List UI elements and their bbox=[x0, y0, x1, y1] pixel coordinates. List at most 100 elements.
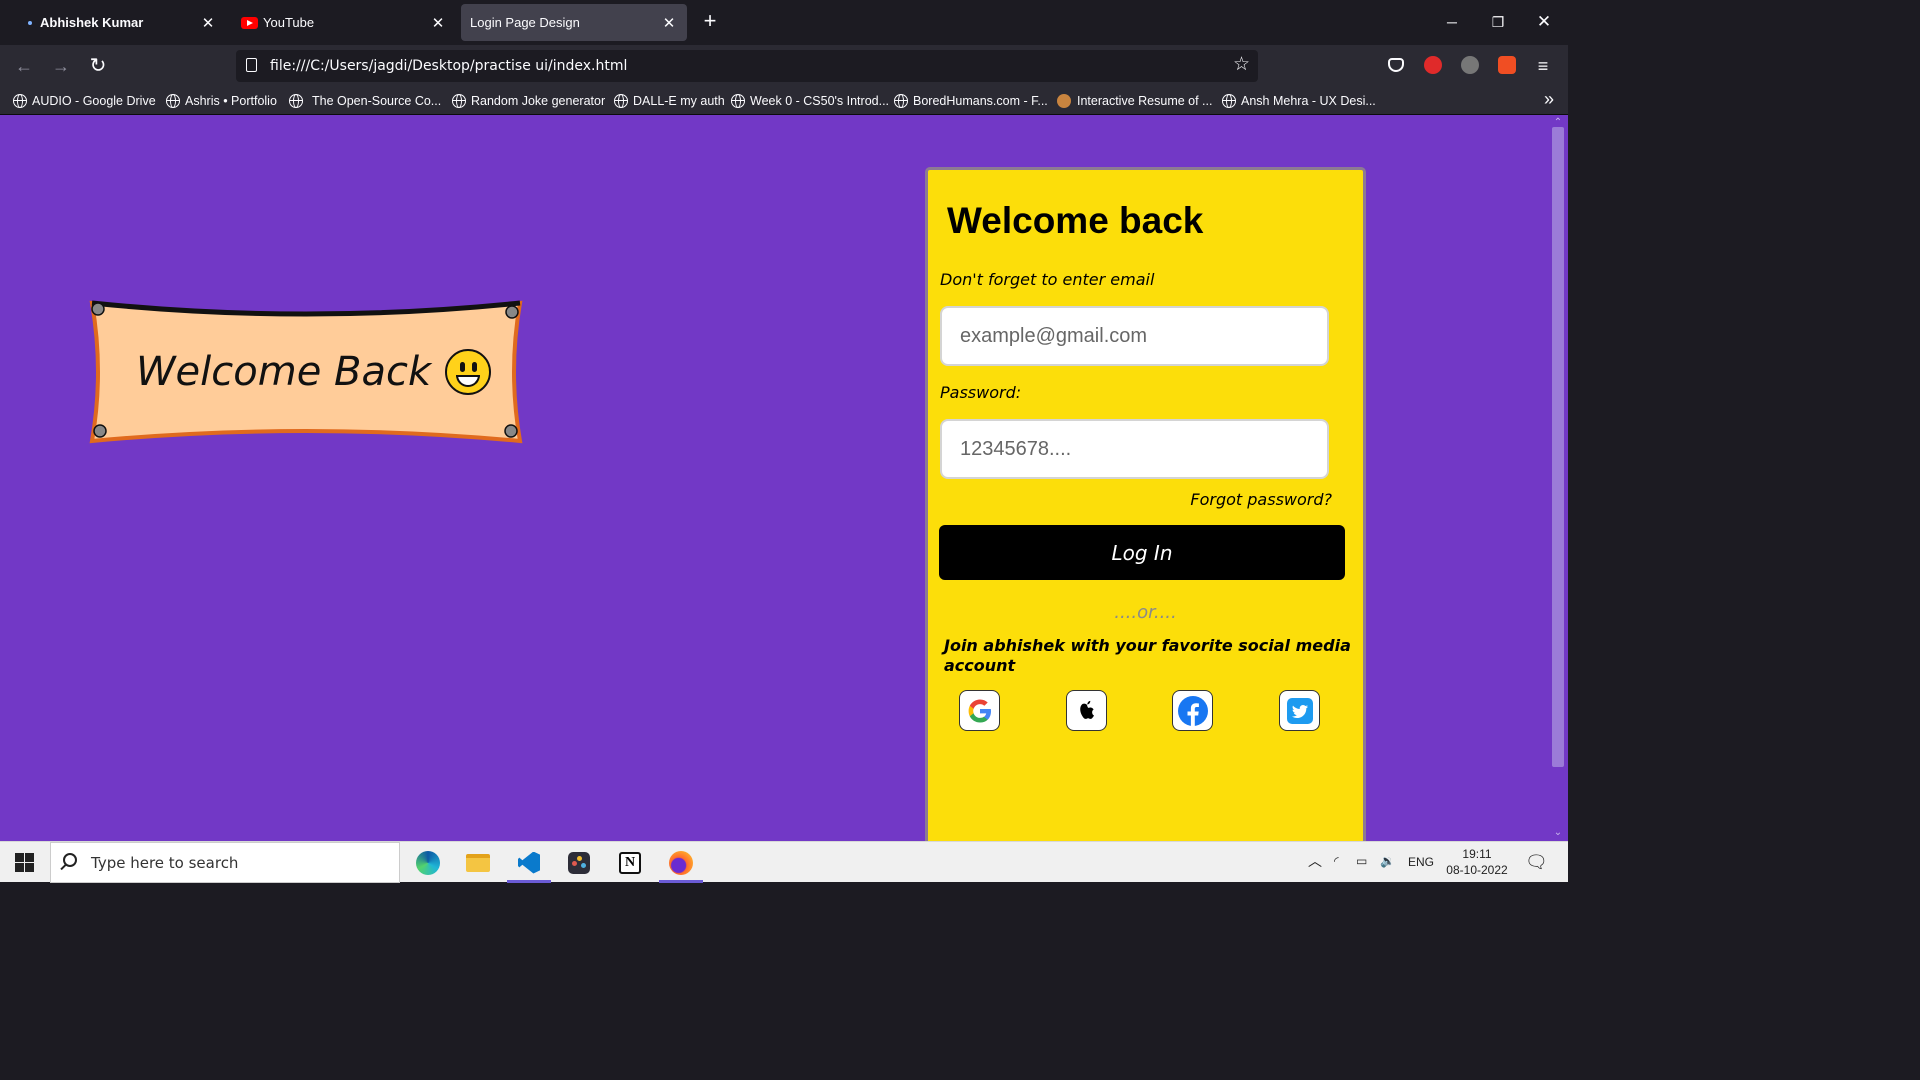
twitter-icon bbox=[1286, 697, 1313, 724]
tab-title: YouTube bbox=[263, 15, 315, 30]
bookmark-item[interactable]: Ashris • Portfolio bbox=[166, 92, 277, 110]
volume-icon[interactable]: 🔉 bbox=[1380, 854, 1395, 868]
url-bar[interactable]: file:///C:/Users/jagdi/Desktop/practise … bbox=[236, 50, 1258, 82]
notifications-icon[interactable]: 🗨 bbox=[1525, 852, 1548, 873]
bookmark-label: Week 0 - CS50's Introd... bbox=[750, 94, 890, 108]
menu-icon[interactable]: ≡ bbox=[1531, 54, 1555, 78]
bookmark-item[interactable]: DALL-E my auth bbox=[614, 92, 725, 110]
facebook-icon bbox=[1177, 695, 1208, 726]
twitter-login-button[interactable] bbox=[1279, 690, 1320, 731]
avatar-icon bbox=[1057, 94, 1071, 108]
url-text[interactable]: file:///C:/Users/jagdi/Desktop/practise … bbox=[270, 58, 627, 74]
bookmark-item[interactable]: BoredHumans.com - F... bbox=[894, 92, 1048, 110]
windows-start-icon[interactable] bbox=[15, 853, 34, 872]
clock-date: 08-10-2022 bbox=[1446, 863, 1508, 877]
bookmark-star-icon[interactable]: ☆ bbox=[1233, 53, 1250, 76]
edge-app-icon[interactable] bbox=[403, 842, 453, 883]
bookmarks-bar: AUDIO - Google Drive Ashris • Portfolio … bbox=[0, 87, 1568, 115]
new-tab-button[interactable]: + bbox=[698, 10, 722, 34]
bookmark-item[interactable]: Interactive Resume of ... bbox=[1057, 92, 1212, 110]
apple-login-button[interactable] bbox=[1066, 690, 1107, 731]
bookmark-label: DALL-E my auth bbox=[633, 94, 725, 108]
bookmark-label: The Open-Source Co... bbox=[312, 94, 442, 108]
or-divider: ....or.... bbox=[1114, 602, 1177, 623]
page-icon bbox=[246, 58, 257, 72]
bookmark-item[interactable]: Week 0 - CS50's Introd... bbox=[731, 92, 889, 110]
apple-icon bbox=[1079, 700, 1094, 719]
bookmark-label: Random Joke generator bbox=[471, 94, 606, 108]
vertical-scrollbar[interactable]: ⌃ ⌄ bbox=[1550, 115, 1568, 841]
pocket-icon[interactable] bbox=[1388, 58, 1404, 72]
reload-icon[interactable]: ↻ bbox=[86, 54, 110, 78]
bookmark-label: BoredHumans.com - F... bbox=[913, 94, 1048, 108]
banner-title: Welcome Back bbox=[136, 349, 492, 395]
login-title: Welcome back bbox=[947, 200, 1204, 241]
tab-strip: Abhishek Kumar ✕ YouTube ✕ Login Page De… bbox=[0, 0, 1568, 45]
bookmark-item[interactable]: Random Joke generator bbox=[452, 92, 605, 110]
tray-chevron-up-icon[interactable]: ︿ bbox=[1308, 851, 1322, 871]
back-arrow-icon[interactable]: ← bbox=[12, 54, 36, 78]
tab-title: Abhishek Kumar bbox=[40, 15, 144, 30]
search-placeholder: Type here to search bbox=[91, 854, 239, 872]
network-icon[interactable]: ◜ bbox=[1334, 854, 1339, 868]
globe-icon bbox=[1222, 94, 1236, 108]
translate-extension-icon[interactable] bbox=[1498, 56, 1516, 74]
youtube-icon bbox=[241, 16, 258, 29]
password-field[interactable] bbox=[940, 419, 1329, 479]
minimize-icon[interactable]: ─ bbox=[1437, 10, 1467, 34]
firefox-icon[interactable] bbox=[656, 842, 706, 883]
password-label: Password: bbox=[940, 383, 1022, 402]
bookmark-label: AUDIO - Google Drive bbox=[32, 94, 156, 108]
login-card: Welcome back Don't forget to enter email… bbox=[925, 167, 1366, 841]
forgot-password-link[interactable]: Forgot password? bbox=[1190, 490, 1332, 509]
restore-icon[interactable]: ❐ bbox=[1483, 10, 1513, 34]
chevron-double-right-icon[interactable]: » bbox=[1544, 89, 1554, 110]
battery-icon[interactable]: ▭ bbox=[1356, 854, 1367, 868]
extension-icon[interactable] bbox=[1461, 56, 1479, 74]
globe-icon bbox=[894, 94, 908, 108]
bookmark-label: Ansh Mehra - UX Desi... bbox=[1241, 94, 1376, 108]
clock-time: 19:11 bbox=[1462, 847, 1492, 861]
tab-login-page-design[interactable]: Login Page Design ✕ bbox=[461, 4, 687, 41]
system-clock[interactable]: 19:11 08-10-2022 bbox=[1444, 846, 1510, 878]
file-explorer-icon[interactable] bbox=[453, 842, 503, 883]
globe-icon bbox=[452, 94, 466, 108]
vscode-icon[interactable] bbox=[504, 842, 554, 883]
language-indicator[interactable]: ENG bbox=[1408, 855, 1434, 869]
globe-icon bbox=[731, 94, 745, 108]
facebook-login-button[interactable] bbox=[1172, 690, 1213, 731]
close-icon[interactable]: ✕ bbox=[659, 13, 679, 33]
scroll-down-icon[interactable]: ⌄ bbox=[1551, 827, 1565, 839]
page-viewport: Welcome Back Welcome back Don't forget t… bbox=[0, 115, 1568, 841]
search-icon bbox=[63, 853, 77, 867]
navigation-toolbar: ← → ↻ file:///C:/Users/jagdi/Desktop/pra… bbox=[0, 45, 1568, 87]
bookmark-item[interactable]: The Open-Source Co... bbox=[289, 92, 441, 110]
scrollbar-thumb[interactable] bbox=[1552, 127, 1564, 767]
forward-arrow-icon[interactable]: → bbox=[49, 54, 73, 78]
globe-icon bbox=[166, 94, 180, 108]
window-close-icon[interactable]: ✕ bbox=[1529, 10, 1559, 34]
banner-text: Welcome Back bbox=[136, 349, 432, 395]
taskbar-search-box[interactable]: Type here to search bbox=[50, 842, 400, 883]
notification-dot-icon bbox=[28, 20, 32, 25]
davinci-resolve-icon[interactable] bbox=[554, 842, 604, 883]
tab-abhishek-kumar[interactable]: Abhishek Kumar ✕ bbox=[8, 4, 226, 41]
google-icon bbox=[968, 699, 991, 722]
notion-icon[interactable]: N bbox=[605, 842, 655, 883]
close-icon[interactable]: ✕ bbox=[198, 13, 218, 33]
bookmark-item[interactable]: AUDIO - Google Drive bbox=[13, 92, 156, 110]
bookmark-label: Ashris • Portfolio bbox=[185, 94, 277, 108]
tab-title: Login Page Design bbox=[470, 15, 580, 30]
globe-icon bbox=[13, 94, 27, 108]
tab-youtube[interactable]: YouTube ✕ bbox=[232, 4, 456, 41]
close-icon[interactable]: ✕ bbox=[428, 13, 448, 33]
windows-taskbar: Type here to search N ︿ ◜ ▭ 🔉 ENG 19:11 … bbox=[0, 841, 1568, 883]
login-button[interactable]: Log In bbox=[939, 525, 1345, 580]
ublock-icon[interactable] bbox=[1424, 56, 1442, 74]
welcome-banner: Welcome Back bbox=[88, 299, 524, 445]
smiley-emoji-icon bbox=[445, 349, 492, 395]
email-field[interactable] bbox=[940, 306, 1329, 366]
google-login-button[interactable] bbox=[959, 690, 1000, 731]
email-label: Don't forget to enter email bbox=[940, 270, 1155, 289]
bookmark-item[interactable]: Ansh Mehra - UX Desi... bbox=[1222, 92, 1376, 110]
